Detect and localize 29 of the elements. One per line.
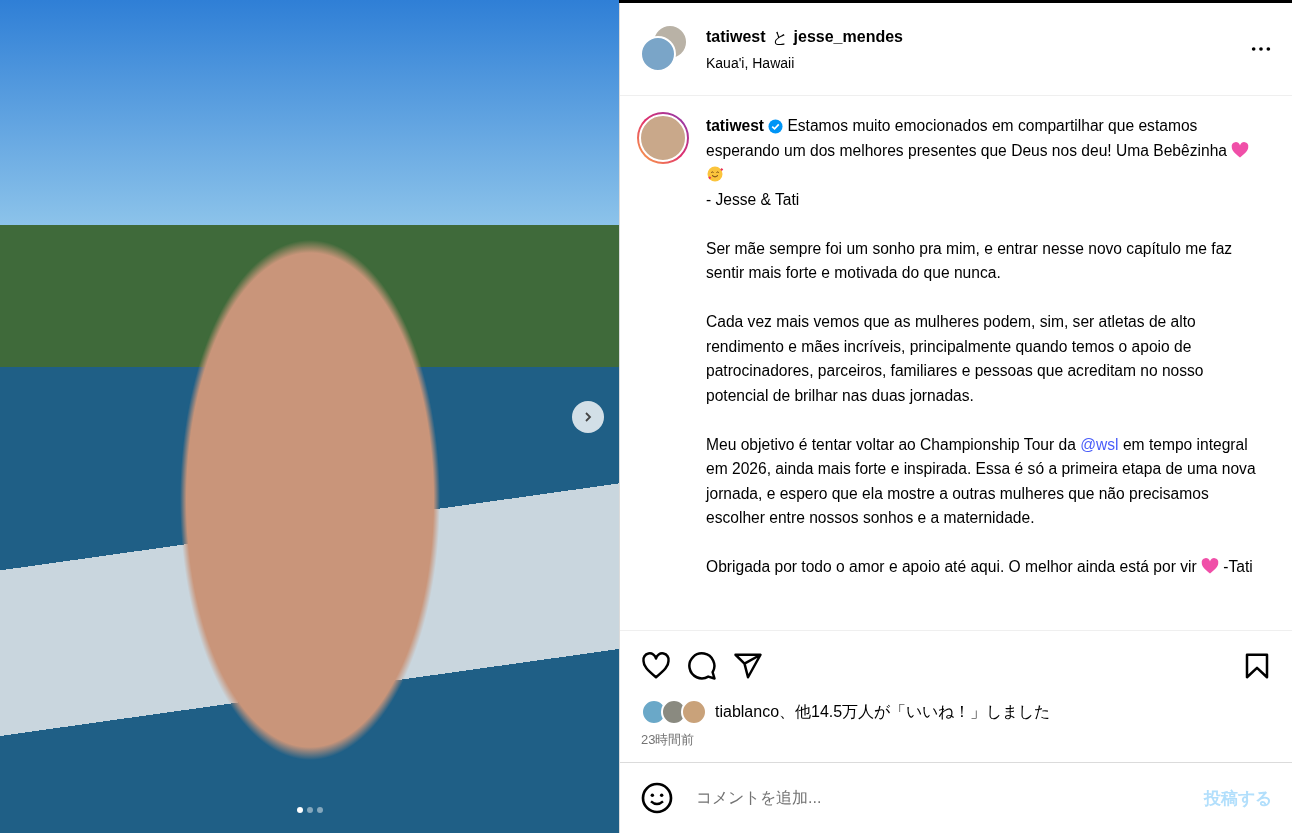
timestamp[interactable]: 23時間前	[620, 725, 716, 749]
next-button[interactable]	[572, 401, 604, 433]
chevron-right-icon	[583, 412, 593, 422]
heart-icon	[1231, 140, 1250, 159]
carousel-dot[interactable]	[296, 807, 303, 813]
send-icon[interactable]	[733, 651, 763, 681]
caption-paragraph: Meu objetivo é tentar voltar ao Championship Tour da @wsl em tempo integral em 2026, ainda mais forte e inspirada. Essa é só a primeira etapa de uma nova jornada, e espero que ela mostre a outras mulheres que não precisamos escolher entre nossos sonhos e a maternidade.	[706, 434, 1256, 528]
more-options-icon[interactable]	[1250, 46, 1272, 52]
username-link[interactable]: tatiwest	[706, 27, 766, 49]
caption-paragraph: Obrigada por todo o amor e apoio até aqui. O melhor ainda está por vir -Tati	[706, 556, 1254, 577]
heart-icon[interactable]	[641, 651, 671, 681]
likes-text[interactable]: tiablanco、他14.5万人が「いいね！」しました	[715, 701, 1051, 723]
avatar[interactable]	[637, 112, 689, 164]
smiling-face-icon	[706, 165, 724, 183]
mention-link[interactable]: @wsl	[1080, 435, 1119, 453]
avatar-pair[interactable]	[640, 26, 686, 72]
emoji-icon[interactable]	[641, 782, 673, 814]
caption-paragraph: Ser mãe sempre foi um sonho pra mim, e entrar nesse novo capítulo me faz sentir mais forte e motivada do que nunca.	[706, 238, 1234, 283]
comment-field[interactable]: コメントを追加...	[694, 788, 1183, 808]
username-link[interactable]: jesse_mendes	[793, 27, 903, 49]
location-link[interactable]: Kaua'i, Hawaii	[706, 54, 1250, 71]
heart-icon	[1200, 557, 1219, 575]
caption-paragraph: tatiwest Estamos muito emocionados em compartilhar que estamos esperando um dos melhores presentes que Deus nos deu! Uma Bebêzinha - Jesse & Tati	[706, 114, 1256, 212]
joiner-text: と	[771, 27, 788, 48]
comment-icon[interactable]	[687, 651, 717, 681]
carousel-dot[interactable]	[306, 807, 313, 813]
caption-paragraph: Cada vez mais vemos que as mulheres podem, sim, ser atletas de alto rendimento e mães incríveis, principalmente quando temos o apoio de patrocinadores, parceiros, familiares e pessoas que acreditam no nosso potencial de brilhar nas duas jornadas.	[706, 312, 1205, 406]
username-link[interactable]: tatiwest	[706, 117, 765, 134]
carousel-dot[interactable]	[316, 807, 323, 813]
